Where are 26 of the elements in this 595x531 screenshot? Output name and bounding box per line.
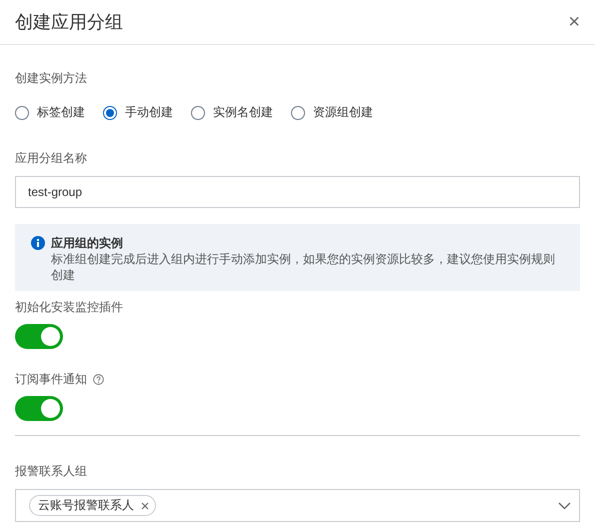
field-label: 创建实例方法	[15, 70, 87, 87]
info-icon	[31, 236, 45, 250]
field-label: 初始化安装监控插件	[15, 299, 123, 316]
radio-option[interactable]: 实例名创建	[191, 104, 273, 121]
radio-option[interactable]: 资源组创建	[291, 104, 373, 121]
radio-icon[interactable]	[103, 106, 117, 120]
select-field[interactable]: 云账号报警联系人	[15, 489, 580, 522]
contact-tag: 云账号报警联系人	[29, 495, 156, 516]
field-label: 应用分组名称	[15, 150, 87, 167]
radio-icon[interactable]	[191, 106, 205, 120]
close-button[interactable]: ×	[568, 12, 580, 32]
notice-text: 标准组创建完成后进入组内进行手动添加实例，如果您的实例资源比较多，建议您使用实例规则创建	[51, 251, 556, 283]
radio-option[interactable]: 标签创建	[15, 104, 85, 121]
radio-icon[interactable]	[15, 106, 29, 120]
chevron-down-icon[interactable]	[558, 502, 571, 510]
toggle-switch[interactable]	[15, 396, 63, 421]
field-label: 订阅事件通知	[15, 371, 87, 388]
field-label: 报警联系人组	[15, 463, 87, 480]
notice-title: 应用组的实例	[51, 235, 124, 251]
remove-icon[interactable]	[141, 502, 149, 510]
input-field[interactable]: test-group	[15, 176, 580, 208]
help-icon[interactable]	[93, 374, 104, 385]
radio-icon[interactable]	[291, 106, 305, 120]
radio-option[interactable]: 手动创建	[103, 104, 173, 121]
toggle-switch[interactable]	[15, 324, 63, 349]
dialog-title: 创建应用分组	[15, 11, 123, 34]
